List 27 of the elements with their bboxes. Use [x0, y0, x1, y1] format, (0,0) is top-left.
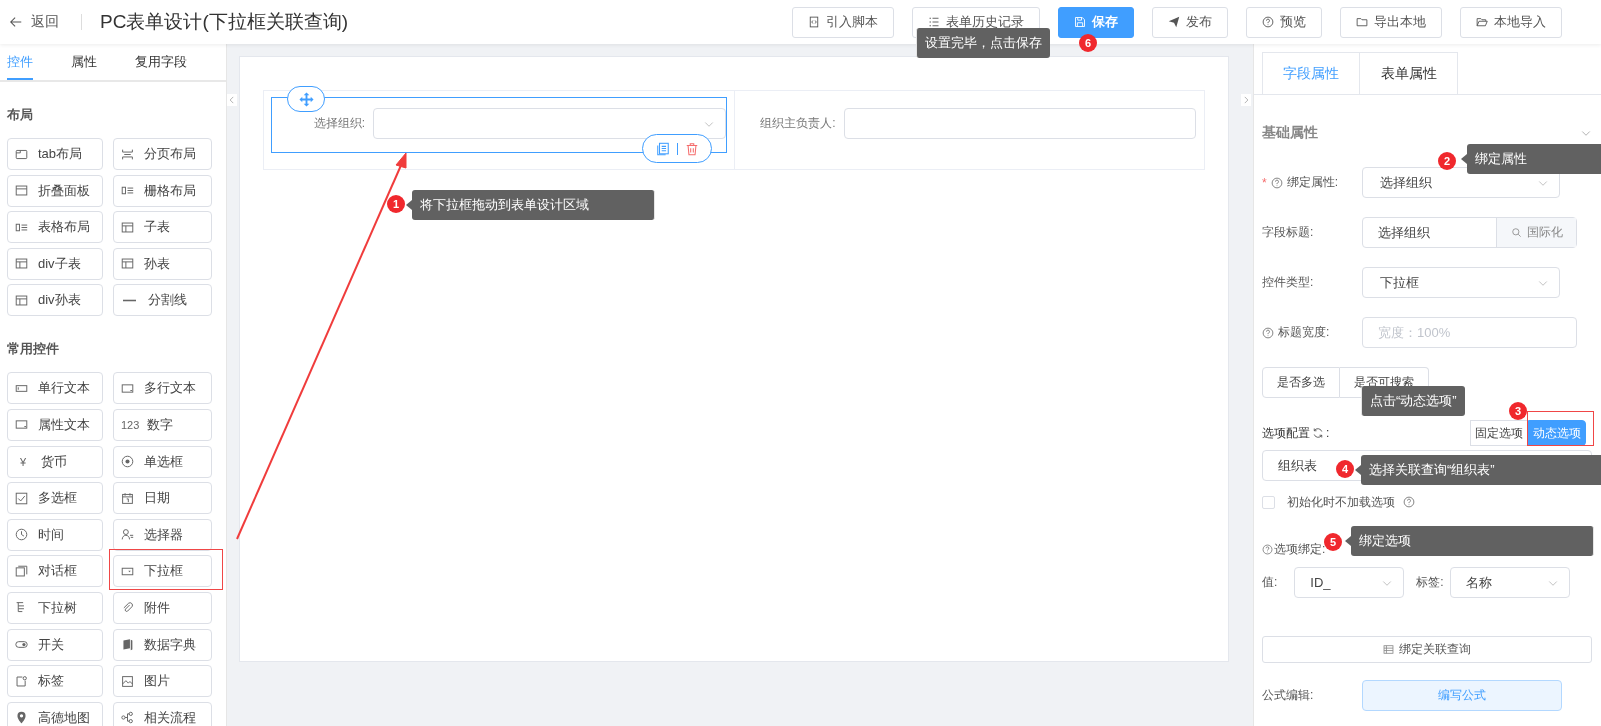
page-title: PC表单设计(下拉框关联查询) [100, 10, 349, 34]
section-heading: 基础属性 [1262, 124, 1318, 142]
tooltip: 选择关联查询“组织表” [1361, 455, 1601, 485]
field-label: 标题宽度: [1278, 324, 1330, 341]
tooltip: 设置完毕，点击保存 [916, 28, 1050, 58]
tooltip: 将下拉框拖动到表单设计区域 [412, 190, 655, 220]
field-label: 绑定属性: [1286, 174, 1338, 191]
step-badge: 6 [1079, 34, 1097, 52]
field-label: 选择组织: [312, 115, 365, 132]
field-label: 组织主负责人: [759, 115, 836, 132]
tooltip: 点击“动态选项” [1361, 386, 1465, 416]
glyph-icon: 123 [121, 418, 137, 431]
field-label: 选项绑定: [1274, 540, 1326, 558]
section-heading: 常用控件 [7, 340, 60, 359]
required-marker: * [1262, 175, 1267, 190]
section-heading: 布局 [7, 106, 34, 124]
field-label: 公式编辑: [1262, 687, 1314, 704]
tooltip: 绑定属性 [1467, 144, 1601, 174]
field-label: 控件类型: [1262, 274, 1314, 291]
field-label: 字段标题: [1262, 224, 1314, 241]
glyph-icon: ¥ [15, 455, 31, 468]
field-label: 标签: [1416, 574, 1444, 591]
field-label: 选项配置 [1262, 424, 1310, 442]
checkbox-label: 初始化时不加载选项 [1287, 493, 1395, 511]
colon-text: : [1326, 426, 1330, 440]
tooltip: 绑定选项 [1351, 526, 1594, 556]
field-label: 值: [1262, 574, 1278, 591]
